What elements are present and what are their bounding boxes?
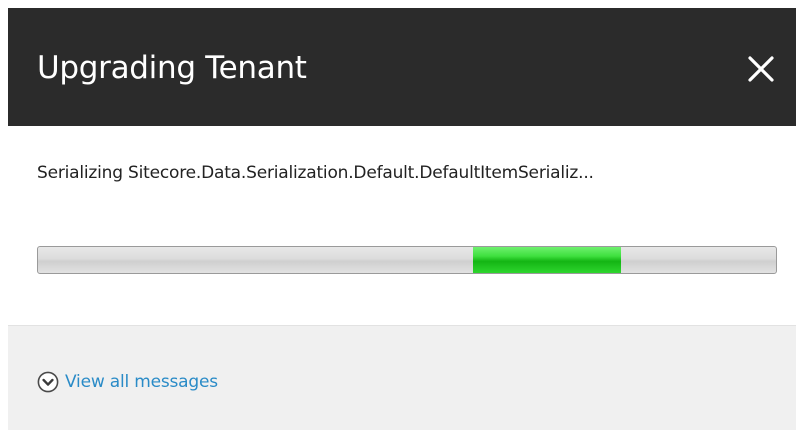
view-all-messages-link[interactable]: View all messages bbox=[37, 371, 218, 393]
progress-bar bbox=[37, 246, 777, 274]
chevron-down-circle-icon bbox=[37, 371, 59, 393]
upgrade-dialog: Upgrading Tenant Serializing Sitecore.Da… bbox=[8, 0, 796, 430]
status-message: Serializing Sitecore.Data.Serialization.… bbox=[37, 163, 594, 183]
dialog-header: Upgrading Tenant bbox=[8, 8, 796, 126]
close-icon bbox=[748, 56, 774, 82]
view-all-messages-label: View all messages bbox=[65, 372, 218, 392]
dialog-footer: View all messages bbox=[8, 325, 796, 430]
dialog-title: Upgrading Tenant bbox=[37, 50, 307, 86]
progress-indicator bbox=[473, 247, 621, 273]
close-button[interactable] bbox=[744, 52, 778, 86]
